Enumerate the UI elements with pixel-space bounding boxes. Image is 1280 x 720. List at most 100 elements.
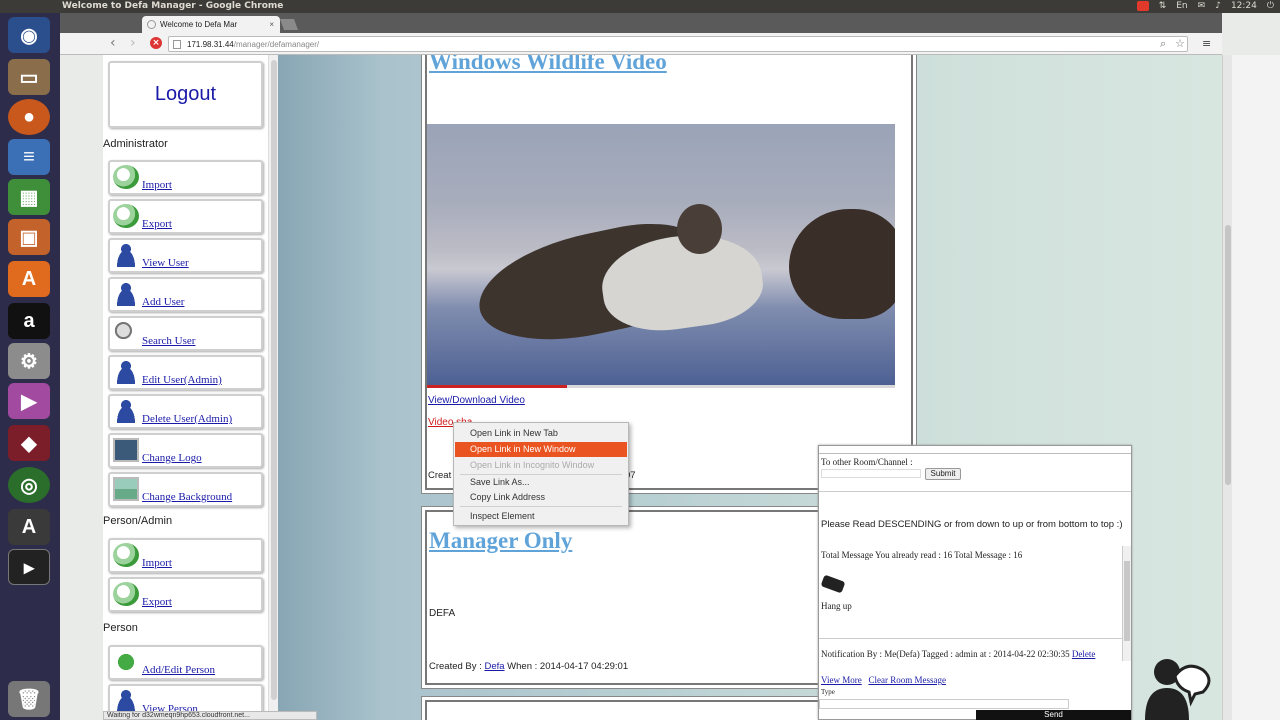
logout-button[interactable]: Logout [108, 61, 263, 128]
view-more-link[interactable]: View More [821, 675, 862, 685]
person-import-button[interactable]: Import [108, 538, 263, 573]
menu-inspect-element[interactable]: Inspect Element [455, 509, 627, 524]
page-info-icon[interactable] [173, 40, 181, 49]
chrome-icon[interactable]: ◎ [8, 467, 50, 503]
menu-label: Add User [142, 296, 185, 308]
impress-icon[interactable]: ▣ [8, 219, 50, 255]
post-title[interactable]: Windows Wildlife Video [429, 55, 667, 75]
writer-icon[interactable]: ≡ [8, 139, 50, 175]
chat-user-icon[interactable] [1145, 654, 1215, 720]
menu-open-new-tab[interactable]: Open Link in New Tab [455, 426, 627, 441]
browser-status-bar: Waiting for d32wmeqn9hp653.cloudfront.ne… [103, 711, 317, 720]
person-icon [113, 689, 139, 713]
new-tab-button[interactable] [279, 19, 299, 30]
video-progress-bar[interactable] [427, 385, 895, 388]
keyboard-indicator[interactable]: En [1176, 0, 1187, 13]
section-person: Person [103, 622, 138, 634]
files-icon[interactable]: ▭ [8, 59, 50, 95]
amazon-icon[interactable]: a [8, 303, 50, 339]
send-button[interactable]: Send [976, 710, 1131, 720]
page-scrollbar[interactable] [1222, 55, 1232, 720]
post-created-by: Created By : Defa When : 2014-04-17 04:2… [429, 661, 629, 672]
chrome-menu-icon[interactable]: ≡ [1202, 37, 1211, 50]
view-download-video-link[interactable]: View/Download Video [428, 395, 525, 406]
trash-icon[interactable]: 🗑 [8, 681, 50, 717]
volume-icon[interactable]: ♪ [1215, 0, 1221, 13]
firefox-icon[interactable]: ● [8, 99, 50, 135]
page-favicon-icon [147, 20, 156, 29]
admin-export-button[interactable]: Export [108, 199, 263, 234]
phone-icon[interactable] [820, 574, 846, 594]
add-user-button[interactable]: Add User [108, 277, 263, 312]
menu-open-new-window[interactable]: Open Link in New Window [455, 442, 627, 457]
ubuntu-dash-icon[interactable]: ◉ [8, 17, 50, 53]
forward-icon[interactable]: › [130, 35, 136, 51]
clear-room-message-link[interactable]: Clear Room Message [868, 675, 945, 685]
menu-label: Search User [142, 335, 196, 347]
stop-loading-icon[interactable]: × [150, 37, 162, 49]
video-player[interactable] [427, 124, 895, 388]
browser-tab-strip: Welcome to Defa Mar × [60, 13, 1222, 33]
settings-icon[interactable]: ⚙ [8, 343, 50, 379]
menu-label: Export [142, 596, 172, 608]
room-channel-input[interactable] [821, 469, 921, 478]
export-icon [113, 204, 139, 228]
menu-open-incognito[interactable]: Open Link in Incognito Window [455, 458, 627, 473]
admin-import-button[interactable]: Import [108, 160, 263, 195]
browser-toolbar: ‹ › × 171.98.31.44/manager/defamanager/ … [60, 33, 1222, 55]
zoom-search-icon[interactable]: ⌕ [1160, 37, 1166, 51]
search-user-icon [113, 321, 139, 345]
software-center-icon[interactable]: A [8, 261, 50, 297]
background-icon [113, 477, 139, 501]
post-title[interactable]: Manager Only [429, 528, 572, 554]
chat-panel: To other Room/Channel : Submit Please Re… [818, 445, 1132, 720]
video-frame-seal-head [677, 204, 722, 254]
edit-user-admin-button[interactable]: Edit User(Admin) [108, 355, 263, 390]
chat-notification: Notification By : Me(Defa) Tagged : admi… [821, 649, 1096, 659]
person-export-button[interactable]: Export [108, 577, 263, 612]
delete-message-link[interactable]: Delete [1072, 649, 1095, 659]
type-label: Type [821, 688, 835, 696]
menu-label: Change Logo [142, 452, 202, 464]
user-icon [113, 243, 139, 267]
mail-icon[interactable]: ✉ [1198, 0, 1206, 13]
import-icon [113, 165, 139, 189]
video-frame-seal [789, 209, 895, 319]
import-icon [113, 543, 139, 567]
bookmark-star-icon[interactable]: ☆ [1175, 37, 1185, 50]
add-edit-person-button[interactable]: Add/Edit Person [108, 645, 263, 680]
sidebar-scrollbar[interactable] [268, 55, 278, 720]
author-link[interactable]: Defa [484, 661, 504, 672]
chat-message-input[interactable] [819, 699, 1069, 709]
submit-button[interactable]: Submit [925, 468, 961, 480]
post-body: DEFA [429, 608, 456, 619]
change-logo-button[interactable]: Change Logo [108, 433, 263, 468]
change-background-button[interactable]: Change Background [108, 472, 263, 507]
search-user-button[interactable]: Search User [108, 316, 263, 351]
update-manager-icon[interactable]: A [8, 509, 50, 545]
tab-title: Welcome to Defa Mar [160, 20, 238, 29]
view-user-button[interactable]: View User [108, 238, 263, 273]
update-indicator-icon[interactable] [1136, 1, 1149, 11]
chat-scrollbar[interactable] [1122, 546, 1131, 661]
network-icon[interactable]: ⇅ [1159, 0, 1167, 13]
menu-label: Add/Edit Person [142, 664, 216, 676]
app-icon[interactable]: ◆ [8, 425, 50, 461]
menu-label: Edit User(Admin) [142, 374, 222, 386]
menu-save-link[interactable]: Save Link As... [455, 475, 627, 490]
power-icon[interactable]: ⏻ [1267, 0, 1274, 13]
media-icon[interactable]: ▶ [8, 383, 50, 419]
address-bar[interactable]: 171.98.31.44/manager/defamanager/ [168, 36, 1188, 52]
menu-copy-link[interactable]: Copy Link Address [455, 490, 627, 505]
clock[interactable]: 12:24 [1231, 0, 1257, 13]
calc-icon[interactable]: ▦ [8, 179, 50, 215]
close-tab-icon[interactable]: × [269, 16, 274, 33]
url-path: /manager/defamanager/ [233, 40, 320, 49]
terminal-icon[interactable]: ▸ [8, 549, 50, 585]
menu-label: Export [142, 218, 172, 230]
back-icon[interactable]: ‹ [110, 35, 116, 51]
delete-user-admin-button[interactable]: Delete User(Admin) [108, 394, 263, 429]
menu-label: Delete User(Admin) [142, 413, 233, 425]
tab-defa-manager[interactable]: Welcome to Defa Mar × [142, 16, 280, 33]
message-totals: Total Message You already read : 16 Tota… [821, 550, 1023, 560]
